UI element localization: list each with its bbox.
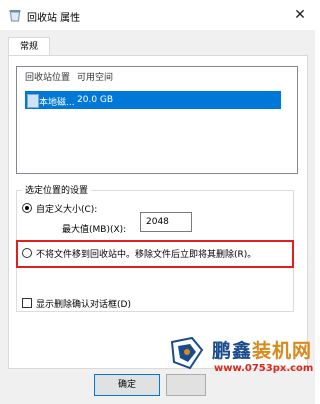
location-name: 本地磁... (39, 98, 75, 108)
list-item[interactable]: 本地磁... 20.0 GB (25, 91, 281, 109)
window-title: 回收站 属性 (27, 13, 81, 24)
watermark-brand-part2: 装机网 (252, 340, 313, 362)
recycle-location-list[interactable]: 回收站位置 可用空间 本地磁... 20.0 GB (16, 66, 298, 174)
drive-icon (27, 94, 39, 108)
watermark-brand: 鹏鑫装机网 (212, 336, 312, 363)
column-header-space[interactable]: 可用空间 (77, 70, 113, 83)
available-space: 20.0 GB (77, 95, 114, 105)
watermark-logo-icon (170, 336, 204, 370)
cancel-button[interactable] (166, 374, 206, 396)
close-button[interactable]: ✕ (285, 0, 315, 30)
no-recycle-radio[interactable] (22, 248, 32, 258)
close-icon: ✕ (294, 7, 306, 23)
list-header: 回收站位置 可用空间 (17, 67, 297, 83)
settings-group-title: 选定位置的设置 (22, 183, 92, 196)
column-header-location[interactable]: 回收站位置 (25, 70, 70, 83)
title-bar: 回收站 属性 ✕ (0, 0, 315, 30)
watermark-brand-part1: 鹏鑫 (212, 340, 253, 362)
custom-size-radio[interactable] (22, 203, 32, 213)
tab-general[interactable]: 常规 (8, 37, 50, 56)
custom-size-label[interactable]: 自定义大小(C): (36, 202, 97, 215)
no-recycle-label[interactable]: 不将文件移到回收站中。移除文件后立即将其删除(R)。 (36, 247, 256, 260)
max-size-input[interactable]: 2048 (140, 212, 192, 232)
watermark-url: www.0753px.com (214, 363, 314, 374)
confirm-delete-checkbox[interactable] (22, 298, 32, 308)
ok-button[interactable]: 确定 (94, 374, 160, 396)
max-size-label: 最大值(MB)(X): (62, 225, 127, 235)
recycle-bin-icon (9, 10, 21, 22)
confirm-delete-label[interactable]: 显示删除确认对话框(D) (36, 297, 131, 310)
